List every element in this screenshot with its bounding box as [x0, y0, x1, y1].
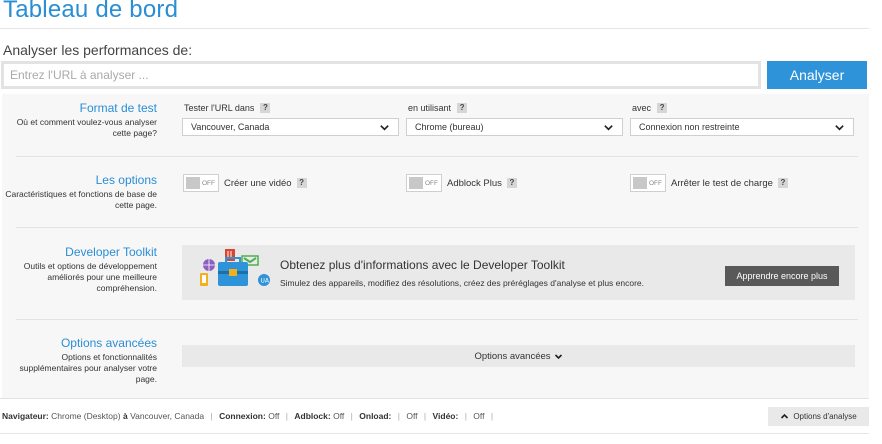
options-header: Les options Caractéristiques et fonction… [0, 173, 157, 211]
stop-load-toggle-label: Arrêter le test de charge [671, 177, 773, 189]
help-icon[interactable]: ? [657, 103, 668, 113]
advanced-options-toggle[interactable]: Options avancées [182, 345, 855, 367]
toggle-knob [409, 177, 423, 189]
status-browser-value: Chrome (Desktop) [51, 411, 121, 421]
help-icon[interactable]: ? [457, 103, 468, 113]
svg-text:UA: UA [261, 278, 270, 285]
status-location-value: Vancouver, Canada [130, 411, 205, 421]
adblock-toggle-group: OFF Adblock Plus ? [406, 174, 517, 192]
browser-value: Chrome (bureau) [415, 122, 484, 132]
chevron-down-icon [380, 124, 389, 131]
chevron-down-icon [554, 353, 562, 359]
toggle-state: OFF [202, 179, 215, 187]
options-title: Les options [95, 173, 157, 187]
toggle-state: OFF [649, 179, 662, 187]
browser-select[interactable]: Chrome (bureau) [406, 118, 623, 136]
help-icon[interactable]: ? [296, 178, 307, 188]
stop-load-toggle-group: OFF Arrêter le test de charge ? [630, 174, 788, 192]
options-desc: Caractéristiques et fonctions de base de… [5, 189, 157, 210]
toggle-state: OFF [425, 179, 438, 187]
adblock-toggle-label: Adblock Plus [447, 177, 502, 189]
location-label-group: Tester l'URL dans ? [184, 103, 271, 113]
toolkit-promo-title: Obtenez plus d'informations avec le Deve… [280, 258, 565, 272]
location-label: Tester l'URL dans [184, 103, 255, 113]
toolkit-promo: UA Obtenez plus d'informations avec le D… [182, 245, 855, 300]
toolkit-promo-desc: Simulez des appareils, modifiez des réso… [280, 278, 645, 288]
video-toggle[interactable]: OFF [183, 174, 219, 192]
help-icon[interactable]: ? [506, 178, 517, 188]
advanced-title: Options avancées [60, 336, 157, 350]
status-connection-value: Off [268, 411, 280, 421]
page-title: Tableau de bord [3, 0, 179, 23]
url-input[interactable] [1, 61, 761, 89]
chevron-down-icon [835, 124, 844, 131]
connection-label: avec [632, 103, 652, 113]
help-icon[interactable]: ? [777, 178, 788, 188]
analysis-options-label: Options d'analyse [793, 412, 857, 421]
toolkit-header: Developer Toolkit Outils et options de d… [0, 245, 157, 294]
status-browser-key: Navigateur: [2, 411, 49, 421]
status-onload-key: Onload: [359, 411, 392, 421]
advanced-desc: Options et fonctionnalités supplémentair… [19, 352, 158, 384]
location-value: Vancouver, Canada [191, 122, 270, 132]
test-format-title: Format de test [79, 101, 157, 115]
help-icon[interactable]: ? [260, 103, 271, 113]
status-at: à [122, 411, 128, 421]
chevron-down-icon [604, 124, 613, 131]
chevron-up-icon [781, 413, 789, 419]
settings-panel: Format de test Où et comment voulez-vous… [2, 94, 869, 398]
toggle-knob [633, 177, 647, 189]
toggle-knob [186, 177, 200, 189]
connection-value: Connexion non restreinte [639, 122, 740, 132]
section-divider [16, 156, 858, 157]
connection-select[interactable]: Connexion non restreinte [630, 118, 854, 136]
connection-label-group: avec ? [632, 103, 668, 113]
status-video-value: Off [473, 411, 485, 421]
status-adblock-key: Adblock: [294, 411, 331, 421]
stop-load-toggle[interactable]: OFF [630, 174, 666, 192]
analysis-options-button[interactable]: Options d'analyse [768, 407, 869, 426]
status-video-key: Vidéo: [432, 411, 459, 421]
status-summary: Navigateur: Chrome (Desktop) à Vancouver… [2, 411, 494, 421]
footer-divider [0, 398, 869, 399]
test-format-header: Format de test Où et comment voulez-vous… [0, 101, 157, 139]
bottom-divider [0, 433, 869, 434]
analyze-label: Analyser les performances de: [3, 42, 193, 58]
learn-more-button[interactable]: Apprendre encore plus [725, 266, 839, 286]
section-divider [16, 319, 858, 320]
toolkit-desc: Outils et options de développement améli… [23, 261, 157, 293]
status-onload-value: Off [406, 411, 418, 421]
adblock-toggle[interactable]: OFF [406, 174, 442, 192]
browser-label: en utilisant [408, 103, 452, 113]
video-toggle-label: Créer une vidéo [224, 177, 292, 189]
location-select[interactable]: Vancouver, Canada [182, 118, 399, 136]
advanced-options-label: Options avancées [474, 350, 551, 362]
status-adblock-value: Off [333, 411, 345, 421]
analyze-button[interactable]: Analyser [767, 61, 867, 89]
title-divider [0, 28, 869, 29]
test-format-desc: Où et comment voulez-vous analyser cette… [16, 117, 157, 138]
browser-label-group: en utilisant ? [408, 103, 468, 113]
status-connection-key: Connexion: [219, 411, 266, 421]
toolkit-illustration-icon: UA [200, 249, 270, 286]
advanced-header: Options avancées Options et fonctionnali… [0, 336, 158, 385]
toolkit-title: Developer Toolkit [65, 245, 157, 259]
video-toggle-group: OFF Créer une vidéo ? [183, 174, 307, 192]
section-divider [16, 227, 858, 228]
